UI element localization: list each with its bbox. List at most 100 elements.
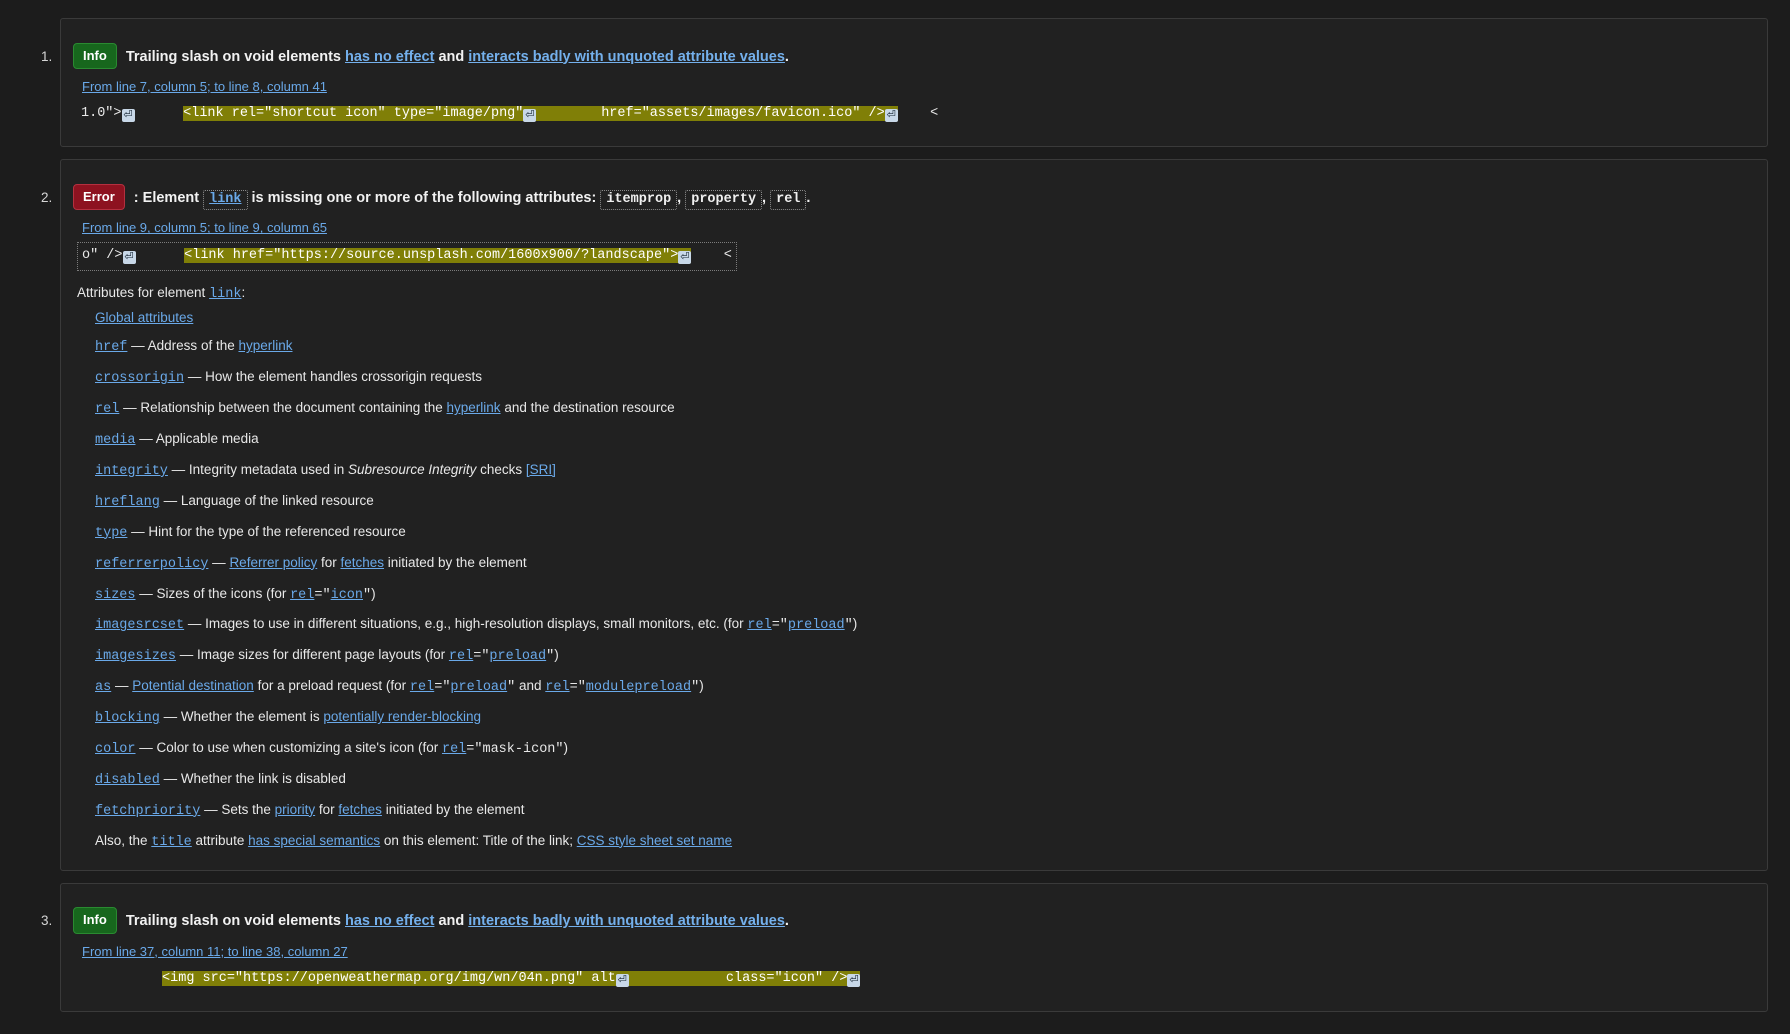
- carriage-return-icon: ⏎: [523, 108, 537, 122]
- headline-link-1[interactable]: has no effect: [345, 49, 434, 65]
- text-fragment: ): [554, 647, 559, 663]
- inline-link[interactable]: hyperlink: [238, 338, 292, 353]
- message-headline: Info Trailing slash on void elements has …: [73, 42, 1755, 71]
- text-fragment: initiated by the element: [381, 801, 525, 817]
- message-headline: Info Trailing slash on void elements has …: [73, 907, 1755, 935]
- attribute-name-referrerpolicy[interactable]: referrerpolicy: [95, 557, 208, 572]
- inline-code-link[interactable]: preload: [489, 649, 546, 664]
- attribute-name-type[interactable]: type: [95, 526, 127, 541]
- text-fragment: ): [371, 585, 376, 601]
- headline-link-2[interactable]: interacts badly with unquoted attribute …: [468, 913, 785, 929]
- text-fragment: — Images to use in different situations,…: [184, 616, 748, 632]
- text-fragment: —: [208, 554, 230, 570]
- extract-highlight-2-cr-wrap: ⏎: [884, 106, 898, 122]
- attribute-name-integrity[interactable]: integrity: [95, 464, 168, 479]
- text-fragment: and: [515, 678, 546, 694]
- attribute-item-media: media — Applicable media: [95, 425, 1755, 456]
- attribute-name-blocking[interactable]: blocking: [95, 711, 160, 726]
- inline-code-link[interactable]: preload: [450, 680, 507, 695]
- inline-link[interactable]: fetches: [340, 555, 384, 570]
- attribute-item-referrerpolicy: referrerpolicy — Referrer policy for fet…: [95, 549, 1755, 580]
- inline-code: =": [771, 618, 788, 634]
- inline-link[interactable]: hyperlink: [447, 400, 501, 415]
- inline-code-link[interactable]: rel: [449, 649, 473, 664]
- headline-link-2[interactable]: interacts badly with unquoted attribute …: [468, 49, 785, 65]
- inline-link[interactable]: potentially render-blocking: [323, 709, 481, 724]
- attribute-name-color[interactable]: color: [95, 742, 136, 757]
- attribute-note: Also, the title attribute has special se…: [95, 827, 1755, 858]
- code-chip-property: property: [685, 189, 763, 210]
- inline-link[interactable]: Referrer policy: [229, 555, 317, 570]
- attribute-name-href[interactable]: href: [95, 340, 127, 355]
- inline-code-link[interactable]: modulepreload: [586, 680, 691, 695]
- headline-text: .: [784, 48, 789, 65]
- attribute-name-imagesrcset[interactable]: imagesrcset: [95, 618, 184, 633]
- attribute-name-as[interactable]: as: [95, 680, 111, 695]
- source-location-link[interactable]: From line 37, column 11; to line 38, col…: [82, 944, 348, 959]
- inline-link[interactable]: fetches: [338, 802, 382, 817]
- inline-code-link[interactable]: rel: [410, 680, 434, 695]
- attribute-item-disabled: disabled — Whether the link is disabled: [95, 765, 1755, 796]
- text-fragment: checks: [476, 461, 526, 477]
- inline-link[interactable]: [SRI]: [526, 462, 556, 477]
- inline-link[interactable]: Potential destination: [132, 678, 254, 693]
- code-chip-itemprop: itemprop: [600, 189, 678, 210]
- inline-code-link[interactable]: rel: [290, 588, 314, 603]
- text-fragment: — Applicable media: [135, 431, 259, 447]
- headline-link-1[interactable]: has no effect: [345, 913, 434, 929]
- inline-code-link[interactable]: icon: [331, 588, 363, 603]
- code-chip-link[interactable]: link: [209, 192, 241, 207]
- validation-results: Info Trailing slash on void elements has …: [0, 0, 1790, 1034]
- attribute-name-sizes[interactable]: sizes: [95, 588, 136, 603]
- attribute-name-hreflang[interactable]: hreflang: [95, 495, 160, 510]
- extract-gap: [135, 106, 184, 121]
- source-location-link[interactable]: From line 9, column 5; to line 9, column…: [82, 220, 327, 235]
- inline-link[interactable]: has special semantics: [248, 833, 380, 848]
- attribute-name-disabled[interactable]: disabled: [95, 773, 160, 788]
- global-attributes-link[interactable]: Global attributes: [95, 310, 193, 325]
- inline-code-link[interactable]: rel: [747, 618, 771, 633]
- message-box: Info Trailing slash on void elements has …: [60, 18, 1768, 148]
- headline-text: .: [784, 913, 789, 930]
- text-fragment: ): [563, 739, 569, 755]
- headline-text: Element: [142, 189, 204, 206]
- attribute-item-blocking: blocking — Whether the element is potent…: [95, 703, 1755, 734]
- text-fragment: — Color to use when customizing a site's…: [135, 739, 442, 755]
- carriage-return-icon: ⏎: [121, 108, 135, 122]
- extract-highlight: <img src="https://openweathermap.org/img…: [162, 970, 616, 986]
- attribute-name-crossorigin[interactable]: crossorigin: [95, 371, 184, 386]
- extract-highlight-2: class="icon" />: [725, 970, 848, 986]
- attribute-name-media[interactable]: media: [95, 433, 136, 448]
- text-fragment: ): [699, 678, 704, 694]
- status-badge-info: Info: [73, 907, 117, 934]
- message-item: Info Trailing slash on void elements has …: [56, 882, 1768, 1012]
- attribute-name-rel[interactable]: rel: [95, 402, 119, 417]
- message-item: Info Trailing slash on void elements has …: [56, 18, 1768, 148]
- attribute-item-type: type — Hint for the type of the referenc…: [95, 518, 1755, 549]
- inline-link[interactable]: priority: [275, 802, 316, 817]
- inline-link[interactable]: CSS style sheet set name: [577, 833, 732, 848]
- text-fragment: — Whether the element is: [159, 709, 324, 725]
- source-location-link[interactable]: From line 7, column 5; to line 8, column…: [82, 79, 327, 94]
- extract-highlight-2-cr-wrap: ⏎: [847, 970, 861, 987]
- attribute-name-fetchpriority[interactable]: fetchpriority: [95, 804, 200, 819]
- attribute-item-Global attributes: Global attributes: [95, 304, 1755, 333]
- inline-code-link[interactable]: rel: [442, 742, 466, 757]
- headline-sep: ,: [762, 189, 771, 206]
- inline-code: ="mask-icon": [466, 741, 564, 757]
- extract-highlight: <link href="https://source.unsplash.com/…: [184, 248, 679, 264]
- attributes-intro-colon: :: [241, 284, 246, 300]
- inline-code-link[interactable]: preload: [788, 618, 845, 633]
- attributes-intro-element-link[interactable]: link: [209, 287, 241, 302]
- text-fragment: for: [317, 554, 341, 570]
- inline-code-link[interactable]: title: [151, 835, 192, 850]
- attribute-item-integrity: integrity — Integrity metadata used in S…: [95, 456, 1755, 487]
- text-fragment: — Sizes of the icons (for: [135, 585, 291, 601]
- attribute-name-imagesizes[interactable]: imagesizes: [95, 649, 176, 664]
- attribute-item-imagesrcset: imagesrcset — Images to use in different…: [95, 610, 1755, 641]
- inline-code-link[interactable]: rel: [545, 680, 569, 695]
- text-fragment: — Whether the link is disabled: [159, 770, 346, 786]
- text-fragment: — Address of the: [127, 338, 239, 354]
- message-box: Error: Element link is missing one or mo…: [60, 159, 1768, 871]
- text-fragment: — Sets the: [200, 801, 275, 817]
